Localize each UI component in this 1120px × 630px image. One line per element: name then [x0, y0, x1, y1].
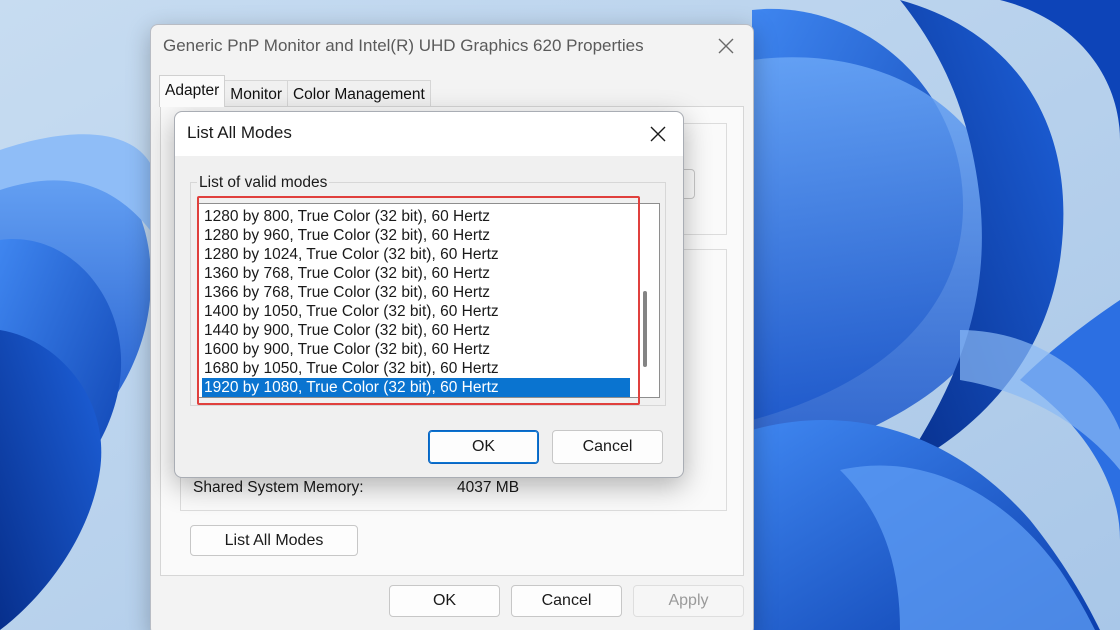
- apply-button[interactable]: Apply: [633, 585, 744, 617]
- close-icon: [718, 38, 734, 54]
- mode-list-item[interactable]: 1400 by 1050, True Color (32 bit), 60 He…: [202, 302, 630, 321]
- mode-list-item[interactable]: 1440 by 900, True Color (32 bit), 60 Her…: [202, 321, 630, 340]
- tab-strip: Adapter Monitor Color Management: [159, 75, 431, 107]
- mode-list-item[interactable]: 1280 by 1024, True Color (32 bit), 60 He…: [202, 245, 630, 264]
- list-all-modes-button[interactable]: List All Modes: [190, 525, 358, 556]
- tab-monitor[interactable]: Monitor: [224, 80, 288, 107]
- dialog-titlebar: List All Modes: [175, 112, 683, 156]
- mode-list-item[interactable]: 1280 by 960, True Color (32 bit), 60 Her…: [202, 226, 630, 245]
- dialog-ok-button[interactable]: OK: [428, 430, 539, 464]
- cancel-button[interactable]: Cancel: [511, 585, 622, 617]
- tab-adapter[interactable]: Adapter: [159, 75, 226, 107]
- modes-listbox[interactable]: 1280 by 800, True Color (32 bit), 60 Her…: [198, 203, 660, 398]
- mode-list-item[interactable]: 1360 by 768, True Color (32 bit), 60 Her…: [202, 264, 630, 283]
- mode-list-item[interactable]: 1680 by 1050, True Color (32 bit), 60 He…: [202, 359, 630, 378]
- shared-memory-label: Shared System Memory:: [193, 479, 364, 496]
- valid-modes-group-label: List of valid modes: [197, 174, 330, 192]
- dialog-title: List All Modes: [187, 123, 292, 142]
- close-icon: [650, 126, 666, 142]
- dialog-close-button[interactable]: [645, 121, 671, 147]
- listbox-scrollbar-thumb[interactable]: [643, 291, 647, 367]
- tab-color-management[interactable]: Color Management: [286, 80, 431, 107]
- mode-list-item[interactable]: 1600 by 900, True Color (32 bit), 60 Her…: [202, 340, 630, 359]
- window-close-button[interactable]: [713, 33, 739, 59]
- shared-memory-value: 4037 MB: [457, 479, 520, 496]
- mode-list-item[interactable]: 1366 by 768, True Color (32 bit), 60 Her…: [202, 283, 630, 302]
- mode-list-item[interactable]: 1280 by 800, True Color (32 bit), 60 Her…: [202, 207, 630, 226]
- mode-list-item[interactable]: 1920 by 1080, True Color (32 bit), 60 He…: [202, 378, 630, 397]
- list-all-modes-dialog: List All Modes List of valid modes 1280 …: [174, 111, 684, 478]
- window-title: Generic PnP Monitor and Intel(R) UHD Gra…: [163, 36, 644, 55]
- ok-button[interactable]: OK: [389, 585, 500, 617]
- dialog-cancel-button[interactable]: Cancel: [552, 430, 663, 464]
